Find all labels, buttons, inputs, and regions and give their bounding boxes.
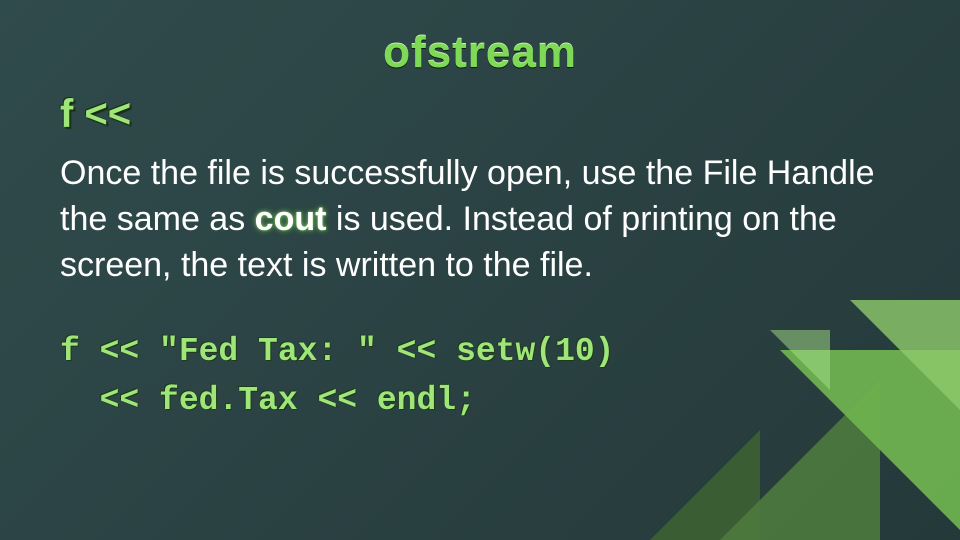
triangle-icon [650, 430, 760, 540]
code-line-1: f << "Fed Tax: " << setw(10) [60, 333, 615, 370]
keyword-cout: cout [255, 200, 327, 238]
subheading: f << [60, 92, 900, 137]
slide: ofstream f << Once the file is successfu… [0, 0, 960, 540]
code-block: f << "Fed Tax: " << setw(10) << fed.Tax … [60, 327, 900, 426]
body-paragraph: Once the file is successfully open, use … [60, 151, 890, 289]
code-line-2: << fed.Tax << endl; [60, 382, 476, 419]
slide-title: ofstream [60, 28, 900, 78]
